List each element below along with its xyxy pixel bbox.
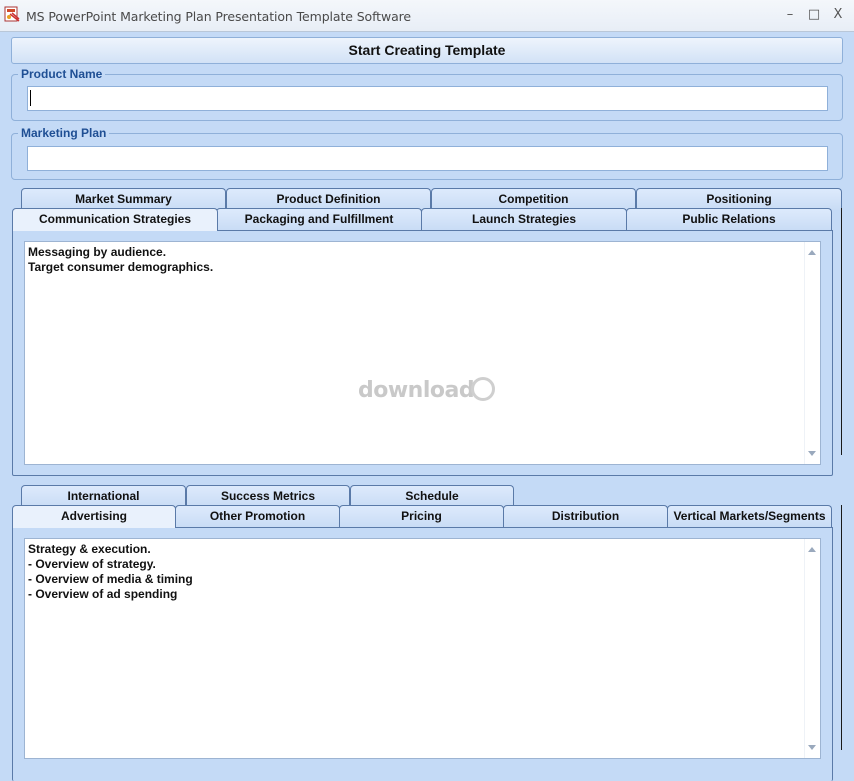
- watermark-logo-icon: [471, 377, 495, 401]
- scroll-up-arrow-icon[interactable]: [808, 547, 816, 552]
- panel-edge: [841, 505, 842, 750]
- product-name-label: Product Name: [18, 67, 106, 81]
- bottom-tab-panel: Strategy & execution. - Overview of stra…: [12, 527, 833, 781]
- tab-international[interactable]: International: [21, 485, 186, 507]
- marketing-plan-input[interactable]: [27, 146, 828, 171]
- tab-schedule[interactable]: Schedule: [350, 485, 514, 507]
- panel-edge: [841, 208, 842, 455]
- marketing-plan-label: Marketing Plan: [18, 126, 110, 140]
- memo-line: - Overview of strategy.: [28, 557, 156, 571]
- tab-communication-strategies[interactable]: Communication Strategies: [12, 208, 218, 231]
- memo-line: - Overview of media & timing: [28, 572, 193, 586]
- tab-packaging-and-fulfillment[interactable]: Packaging and Fulfillment: [216, 208, 422, 230]
- scroll-down-arrow-icon[interactable]: [808, 745, 816, 750]
- tab-competition[interactable]: Competition: [431, 188, 636, 210]
- advertising-textarea[interactable]: Strategy & execution. - Overview of stra…: [24, 538, 821, 759]
- tab-market-summary[interactable]: Market Summary: [21, 188, 226, 210]
- tab-advertising[interactable]: Advertising: [12, 505, 176, 528]
- scroll-up-arrow-icon[interactable]: [808, 250, 816, 255]
- communication-strategies-textarea[interactable]: Messaging by audience. Target consumer d…: [24, 241, 821, 465]
- tab-product-definition[interactable]: Product Definition: [226, 188, 431, 210]
- tab-pricing[interactable]: Pricing: [339, 505, 504, 527]
- vertical-scrollbar[interactable]: [804, 539, 820, 758]
- tab-launch-strategies[interactable]: Launch Strategies: [421, 208, 627, 230]
- memo-line: - Overview of ad spending: [28, 587, 178, 601]
- scroll-down-arrow-icon[interactable]: [808, 451, 816, 456]
- product-name-input[interactable]: [27, 86, 828, 111]
- title-bar: MS PowerPoint Marketing Plan Presentatio…: [0, 0, 854, 32]
- vertical-scrollbar[interactable]: [804, 242, 820, 464]
- top-tab-panel: Messaging by audience. Target consumer d…: [12, 230, 833, 476]
- minimize-button[interactable]: –: [780, 6, 800, 24]
- product-name-group: Product Name: [11, 67, 843, 121]
- download-watermark: download: [358, 378, 475, 403]
- start-creating-template-button[interactable]: Start Creating Template: [11, 37, 843, 64]
- tab-vertical-markets-segments[interactable]: Vertical Markets/Segments: [667, 505, 832, 527]
- memo-line: Strategy & execution.: [28, 542, 151, 556]
- tab-success-metrics[interactable]: Success Metrics: [186, 485, 350, 507]
- window-title: MS PowerPoint Marketing Plan Presentatio…: [26, 9, 412, 24]
- close-button[interactable]: X: [828, 6, 848, 24]
- tab-positioning[interactable]: Positioning: [636, 188, 842, 210]
- maximize-button[interactable]: □: [804, 6, 824, 24]
- tab-distribution[interactable]: Distribution: [503, 505, 668, 527]
- text-caret: [30, 90, 31, 106]
- memo-line: Messaging by audience.: [28, 245, 167, 259]
- marketing-plan-group: Marketing Plan: [11, 126, 843, 180]
- memo-line: Target consumer demographics.: [28, 260, 214, 274]
- app-icon: [4, 6, 20, 22]
- tab-other-promotion[interactable]: Other Promotion: [175, 505, 340, 527]
- tab-public-relations[interactable]: Public Relations: [626, 208, 832, 230]
